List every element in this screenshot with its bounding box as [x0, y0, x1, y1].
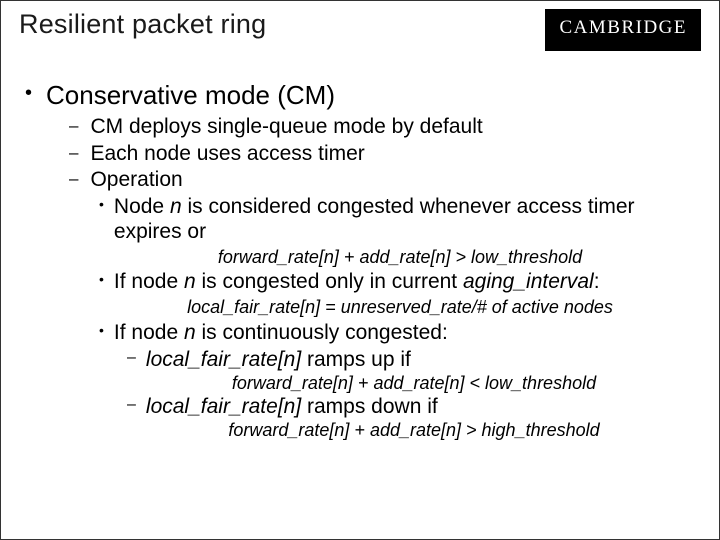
bullet-level-2: – Each node uses access timer: [69, 142, 701, 167]
var-n: n: [170, 195, 182, 218]
l2-text: CM deploys single-queue mode by default: [90, 115, 482, 140]
formula: forward_rate[n] + add_rate[n] > low_thre…: [218, 247, 582, 267]
l2-text: Each node uses access timer: [90, 142, 364, 167]
t: is considered congested whenever access …: [114, 195, 635, 243]
var-n: n: [184, 270, 196, 293]
formula-line: local_fair_rate[n] = unreserved_rate/# o…: [99, 297, 701, 318]
formula: forward_rate[n] + add_rate[n] > high_thr…: [228, 420, 599, 440]
bullet-level-2: – CM deploys single-queue mode by defaul…: [69, 115, 701, 140]
formula-line: forward_rate[n] + add_rate[n] < low_thre…: [127, 373, 701, 393]
dash-icon: –: [69, 168, 78, 189]
var: local_fair_rate[n]: [146, 348, 301, 371]
var-interval: aging_interval: [463, 270, 594, 293]
dash-icon: –: [127, 395, 136, 414]
bullet-level-3: • If node n is congested only in current…: [99, 270, 701, 295]
t: is congested only in current: [196, 270, 463, 293]
brand-logo: CAMBRIDGE: [545, 9, 701, 51]
dash-icon: –: [69, 115, 78, 136]
t: ramps down if: [301, 395, 438, 418]
dash-icon: –: [127, 348, 136, 367]
t: If node: [114, 270, 184, 293]
l1-text: Conservative mode (CM): [46, 81, 335, 111]
bullet-level-4: – local_fair_rate[n] ramps down if: [127, 395, 701, 419]
bullet-dot-icon: •: [25, 81, 32, 105]
t: If node: [114, 321, 184, 344]
bullet-level-4: – local_fair_rate[n] ramps up if: [127, 348, 701, 372]
t: ramps up if: [301, 348, 411, 371]
slide-container: Resilient packet ring CAMBRIDGE • Conser…: [0, 0, 720, 540]
t: Node: [114, 195, 170, 218]
var: local_fair_rate[n]: [146, 395, 301, 418]
l4-text: local_fair_rate[n] ramps down if: [146, 395, 438, 419]
l3-text: Node n is considered congested whenever …: [114, 195, 701, 245]
dash-icon: –: [69, 142, 78, 163]
l4-block: – local_fair_rate[n] ramps up if forward…: [127, 348, 701, 441]
bullet-dot-icon: •: [99, 270, 104, 290]
var-n: n: [184, 321, 196, 344]
slide-title: Resilient packet ring: [19, 9, 266, 40]
l3-block: • Node n is considered congested wheneve…: [99, 195, 701, 440]
l2-text: Operation: [90, 168, 182, 193]
slide-header: Resilient packet ring CAMBRIDGE: [19, 9, 701, 51]
bullet-dot-icon: •: [99, 321, 104, 341]
t: :: [594, 270, 600, 293]
l3-text: If node n is congested only in current a…: [114, 270, 600, 295]
formula: forward_rate[n] + add_rate[n] < low_thre…: [232, 373, 596, 393]
slide-content: • Conservative mode (CM) – CM deploys si…: [19, 81, 701, 440]
formula-line: forward_rate[n] + add_rate[n] > high_thr…: [127, 420, 701, 440]
bullet-level-3: • Node n is considered congested wheneve…: [99, 195, 701, 245]
formula-line: forward_rate[n] + add_rate[n] > low_thre…: [99, 247, 701, 268]
bullet-level-1: • Conservative mode (CM): [21, 81, 701, 111]
t: is continuously congested:: [196, 321, 448, 344]
l4-text: local_fair_rate[n] ramps up if: [146, 348, 411, 372]
formula: local_fair_rate[n] = unreserved_rate/# o…: [187, 297, 613, 317]
bullet-dot-icon: •: [99, 195, 104, 215]
bullet-level-2: – Operation: [69, 168, 701, 193]
l3-text: If node n is continuously congested:: [114, 321, 448, 346]
l2-block: – CM deploys single-queue mode by defaul…: [69, 115, 701, 440]
bullet-level-3: • If node n is continuously congested:: [99, 321, 701, 346]
